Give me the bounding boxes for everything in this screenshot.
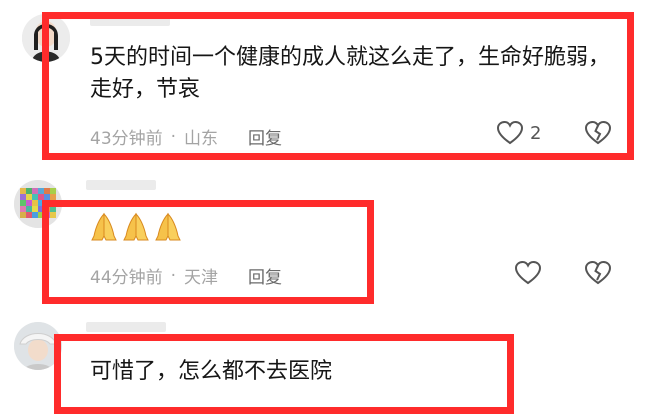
highlight-box — [42, 200, 374, 304]
username-redacted[interactable] — [86, 180, 156, 190]
dislike-button[interactable] — [584, 260, 612, 286]
username-redacted[interactable] — [86, 322, 166, 332]
highlight-box — [54, 334, 514, 414]
like-button[interactable] — [514, 260, 542, 286]
heart-icon — [514, 260, 542, 285]
highlight-box — [42, 12, 634, 160]
broken-heart-icon — [584, 260, 612, 285]
